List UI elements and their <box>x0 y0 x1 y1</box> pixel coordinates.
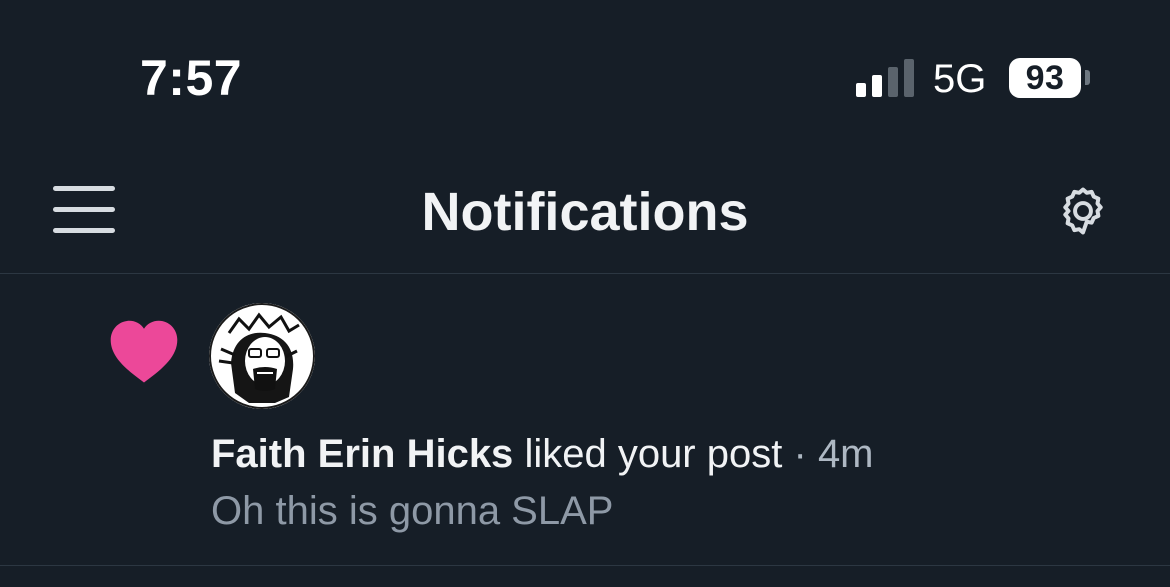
battery-tip <box>1085 70 1090 85</box>
page-title: Notifications <box>421 182 749 242</box>
notification-action: liked your post <box>524 432 783 476</box>
notification-text: Faith Erin Hicks liked your post · 4m <box>211 430 874 478</box>
signal-strength-icon <box>856 59 914 97</box>
avatar[interactable] <box>209 303 315 409</box>
battery-level: 93 <box>1025 59 1065 97</box>
notification-post-preview[interactable]: Oh this is gonna SLAP <box>211 487 613 535</box>
status-time: 7:57 <box>140 50 243 106</box>
avatar-image <box>209 303 315 409</box>
header-divider <box>0 273 1170 274</box>
heart-icon <box>110 320 178 383</box>
network-type: 5G <box>933 57 987 101</box>
notification-author[interactable]: Faith Erin Hicks <box>211 432 513 476</box>
notification-separator: · <box>793 432 807 476</box>
notifications-screen: 7:57 5G 93 Notifications Faith Erin Hick… <box>0 0 1170 587</box>
settings-button[interactable] <box>1055 183 1111 239</box>
battery-icon: 93 <box>1009 58 1081 98</box>
notification-time: 4m <box>817 432 874 476</box>
gear-icon <box>1063 187 1103 235</box>
notification-divider <box>0 565 1170 566</box>
